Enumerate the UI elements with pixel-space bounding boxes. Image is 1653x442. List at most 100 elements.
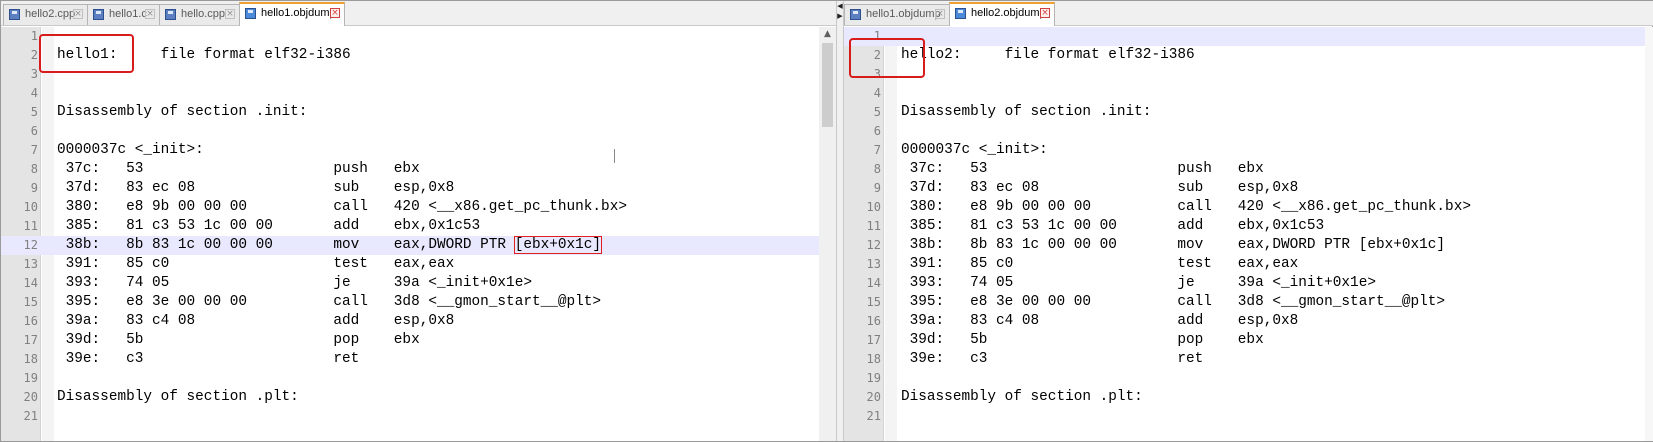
tab-hello1-c[interactable]: hello1.c ×: [87, 4, 160, 25]
line-text: 39e: c3 ret: [901, 350, 1204, 369]
code-line[interactable]: 5 Disassembly of section .init:: [1, 103, 836, 122]
line-text: Disassembly of section .init:: [901, 103, 1151, 122]
line-text: 393: 74 05 je 39a <_init+0x1e>: [901, 274, 1376, 293]
code-line[interactable]: 10 380: e8 9b 00 00 00 call 420 <__x86.g…: [1, 198, 836, 217]
code-line[interactable]: 13 391: 85 c0 test eax,eax: [844, 255, 1653, 274]
code-line[interactable]: 19: [844, 369, 1653, 388]
line-text-content: 39a: 83 c4 08 add esp,0x8: [901, 313, 1299, 329]
tab-hello1-objdump[interactable]: hello1.objdump ×: [239, 2, 345, 26]
code-line[interactable]: 14 393: 74 05 je 39a <_init+0x1e>: [844, 274, 1653, 293]
code-line[interactable]: 20 Disassembly of section .plt:: [844, 388, 1653, 407]
line-number: 18: [23, 352, 38, 366]
line-text-content: 38b: 8b 83 1c 00 00 00 mov eax,DWORD PTR: [57, 237, 515, 253]
code-line[interactable]: 18 39e: c3 ret: [1, 350, 836, 369]
left-vertical-scrollbar[interactable]: ▲: [819, 27, 836, 441]
code-line[interactable]: 15 395: e8 3e 00 00 00 call 3d8 <__gmon_…: [1, 293, 836, 312]
code-line[interactable]: 11 385: 81 c3 53 1c 00 00 add ebx,0x1c53: [844, 217, 1653, 236]
line-number: 14: [23, 276, 38, 290]
tab-hello2-cpp[interactable]: hello2.cpp ×: [3, 4, 88, 25]
line-number: 7: [30, 143, 38, 157]
line-text-content: 37d: 83 ec 08 sub esp,0x8: [57, 180, 455, 196]
code-line[interactable]: 7 0000037c <_init>:: [844, 141, 1653, 160]
tab-hello-cpp[interactable]: hello.cpp ×: [159, 4, 240, 25]
line-text: 37d: 83 ec 08 sub esp,0x8: [901, 179, 1299, 198]
code-line[interactable]: 21: [1, 407, 836, 426]
line-number: 8: [30, 162, 38, 176]
code-line[interactable]: 13 391: 85 c0 test eax,eax: [1, 255, 836, 274]
line-text-content: Disassembly of section .plt:: [901, 389, 1143, 405]
code-line[interactable]: 20 Disassembly of section .plt:: [1, 388, 836, 407]
scrollbar-thumb[interactable]: [822, 43, 833, 127]
text-cursor: [614, 149, 621, 163]
line-number: 21: [23, 409, 38, 423]
code-line[interactable]: 5 Disassembly of section .init:: [844, 103, 1653, 122]
close-icon[interactable]: ×: [145, 9, 155, 19]
code-line[interactable]: 19: [1, 369, 836, 388]
code-line[interactable]: 12 38b: 8b 83 1c 00 00 00 mov eax,DWORD …: [1, 236, 836, 255]
close-icon[interactable]: ×: [73, 9, 83, 19]
close-icon[interactable]: ×: [330, 8, 340, 18]
chevron-up-icon[interactable]: ▲: [819, 29, 836, 41]
line-text: 37c: 53 push ebx: [901, 160, 1264, 179]
arrow-left-icon[interactable]: ◀: [837, 3, 843, 11]
code-line[interactable]: 21: [844, 407, 1653, 426]
code-line[interactable]: 8 37c: 53 push ebx: [1, 160, 836, 179]
code-line[interactable]: 17 39d: 5b pop ebx: [1, 331, 836, 350]
code-line[interactable]: 11 385: 81 c3 53 1c 00 00 add ebx,0x1c53: [1, 217, 836, 236]
tab-label: hello1.c: [109, 8, 147, 20]
line-text: 39d: 5b pop ebx: [57, 331, 420, 350]
line-number: 17: [866, 333, 881, 347]
line-number: 5: [873, 105, 881, 119]
code-line[interactable]: 18 39e: c3 ret: [844, 350, 1653, 369]
line-number: 7: [873, 143, 881, 157]
tab-hello2-objdump[interactable]: hello2.objdump ×: [949, 2, 1055, 26]
notepad-window: hello2.cpp × hello1.c × hello.cpp × hell…: [0, 0, 1653, 442]
code-line[interactable]: 16 39a: 83 c4 08 add esp,0x8: [1, 312, 836, 331]
line-number: 3: [30, 67, 38, 81]
close-icon[interactable]: ×: [1040, 8, 1050, 18]
code-line[interactable]: 17 39d: 5b pop ebx: [844, 331, 1653, 350]
line-number: 5: [30, 105, 38, 119]
pane-splitter[interactable]: ◀ ▶: [836, 1, 844, 441]
code-line[interactable]: 1: [844, 27, 1653, 46]
line-number: 10: [866, 200, 881, 214]
arrow-right-icon[interactable]: ▶: [837, 13, 843, 21]
line-text-content: 37c: 53 push ebx: [901, 161, 1264, 177]
right-code-area[interactable]: 1 2 hello2: file format elf32-i386 3 4 5 Disas…: [844, 27, 1653, 441]
line-text: 380: e8 9b 00 00 00 call 420 <__x86.get_…: [57, 198, 627, 217]
right-editor-pane: hello1.objdump × hello2.objdump × 1 2 hell…: [844, 1, 1653, 441]
code-line[interactable]: 10 380: e8 9b 00 00 00 call 420 <__x86.g…: [844, 198, 1653, 217]
line-number: 10: [23, 200, 38, 214]
code-line[interactable]: 4: [844, 84, 1653, 103]
code-line[interactable]: 4: [1, 84, 836, 103]
annotation-box-hello1: [39, 34, 134, 73]
line-text: 0000037c <_init>:: [57, 141, 204, 160]
line-text-content: 393: 74 05 je 39a <_init+0x1e>: [57, 275, 532, 291]
line-text: 385: 81 c3 53 1c 00 00 add ebx,0x1c53: [901, 217, 1325, 236]
code-line[interactable]: 6: [844, 122, 1653, 141]
code-line[interactable]: 6: [1, 122, 836, 141]
code-line[interactable]: 7 0000037c <_init>:: [1, 141, 836, 160]
code-line[interactable]: 8 37c: 53 push ebx: [844, 160, 1653, 179]
line-text: 39e: c3 ret: [57, 350, 360, 369]
code-line[interactable]: 3: [844, 65, 1653, 84]
line-number: 16: [866, 314, 881, 328]
line-number: 2: [30, 48, 38, 62]
right-tab-bar: hello1.objdump × hello2.objdump ×: [844, 1, 1653, 26]
code-line[interactable]: 15 395: e8 3e 00 00 00 call 3d8 <__gmon_…: [844, 293, 1653, 312]
line-number: 15: [23, 295, 38, 309]
close-icon[interactable]: ×: [935, 9, 945, 19]
code-line[interactable]: 14 393: 74 05 je 39a <_init+0x1e>: [1, 274, 836, 293]
code-line[interactable]: 9 37d: 83 ec 08 sub esp,0x8: [844, 179, 1653, 198]
line-text-content: hello2: file format elf32-i386: [901, 47, 1195, 63]
code-line[interactable]: 12 38b: 8b 83 1c 00 00 00 mov eax,DWORD …: [844, 236, 1653, 255]
code-line[interactable]: 2 hello2: file format elf32-i386: [844, 46, 1653, 65]
close-icon[interactable]: ×: [225, 9, 235, 19]
code-line[interactable]: 9 37d: 83 ec 08 sub esp,0x8: [1, 179, 836, 198]
line-number: 21: [866, 409, 881, 423]
line-text: Disassembly of section .plt:: [57, 388, 299, 407]
code-line[interactable]: 16 39a: 83 c4 08 add esp,0x8: [844, 312, 1653, 331]
left-code-area[interactable]: 1 2 hello1: file format elf32-i386 3 4 5 Disas…: [1, 27, 836, 441]
tab-hello1-objdump[interactable]: hello1.objdump ×: [844, 4, 950, 25]
line-number: 13: [23, 257, 38, 271]
